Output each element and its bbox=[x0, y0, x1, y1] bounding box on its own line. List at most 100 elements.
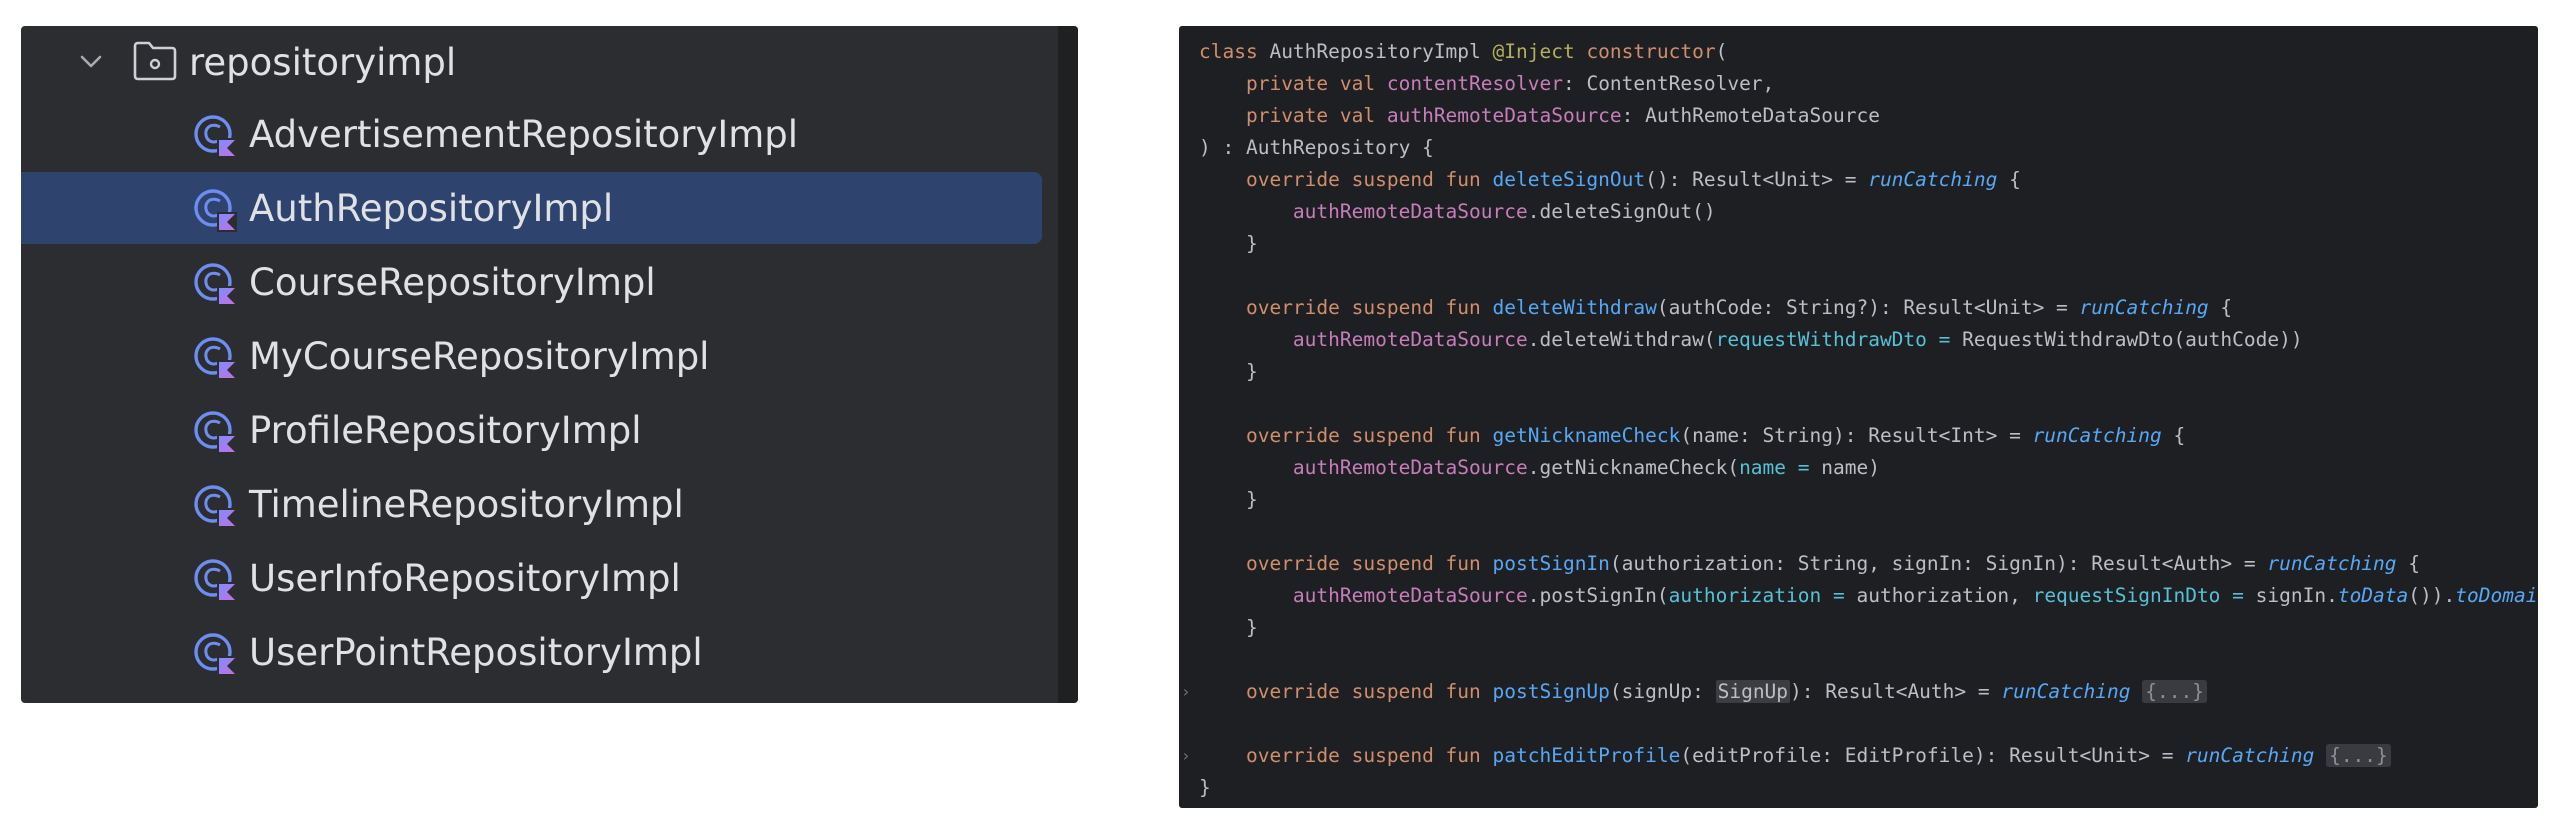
package-folder-icon bbox=[133, 41, 177, 81]
code-token: ( bbox=[1715, 40, 1728, 63]
folded-code-block[interactable]: {...} bbox=[2142, 680, 2207, 703]
code-token: runCatching bbox=[2267, 552, 2397, 575]
chevron-down-icon[interactable] bbox=[73, 44, 109, 80]
code-token: constructor bbox=[1586, 40, 1716, 63]
code-token: } bbox=[1199, 488, 1258, 511]
code-token: override suspend fun bbox=[1245, 424, 1493, 447]
code-token: { bbox=[2396, 552, 2420, 575]
code-token: runCatching bbox=[2185, 744, 2315, 767]
code-line[interactable]: override suspend fun deleteWithdraw(auth… bbox=[1199, 292, 2232, 324]
code-token: runCatching bbox=[2001, 680, 2131, 703]
code-line[interactable]: authRemoteDataSource.deleteWithdraw(requ… bbox=[1199, 324, 2303, 356]
code-line[interactable]: } bbox=[1199, 484, 1258, 516]
tree-folder-repositoryimpl[interactable]: repositoryimpl bbox=[21, 26, 1042, 98]
tree-file-label: CourseRepositoryImpl bbox=[249, 260, 656, 304]
code-token: (name: String): Result<Int> = bbox=[1680, 424, 2033, 447]
code-token: signIn. bbox=[2255, 584, 2338, 607]
code-token: authorization = bbox=[1668, 584, 1857, 607]
code-token: { bbox=[2208, 296, 2233, 319]
code-token: } bbox=[1199, 616, 1258, 639]
code-token: private val bbox=[1245, 104, 1387, 127]
code-token: AuthRepositoryImpl bbox=[1269, 40, 1493, 63]
tree-file-label: MyCourseRepositoryImpl bbox=[249, 334, 710, 378]
tree-scrollbar[interactable] bbox=[1058, 26, 1078, 703]
tree-file-label: UserInfoRepositoryImpl bbox=[249, 556, 681, 600]
code-editor-panel[interactable]: class AuthRepositoryImpl @Inject constru… bbox=[1179, 26, 2538, 808]
code-line[interactable]: ) : AuthRepository { bbox=[1199, 132, 1434, 164]
code-token: ()). bbox=[2408, 584, 2456, 607]
code-line[interactable]: authRemoteDataSource.deleteSignOut() bbox=[1199, 196, 1716, 228]
tree-file-item[interactable]: MyCourseRepositoryImpl bbox=[21, 320, 1042, 392]
code-token: toDomain bbox=[2455, 584, 2538, 607]
code-token: deleteSignOut bbox=[1492, 168, 1646, 191]
code-line[interactable]: } bbox=[1199, 356, 1258, 388]
code-token: : AuthRemoteDataSource bbox=[1621, 104, 1880, 127]
folded-code-block[interactable]: {...} bbox=[2326, 744, 2391, 767]
kotlin-class-icon bbox=[194, 633, 237, 676]
code-line[interactable]: override suspend fun getNicknameCheck(na… bbox=[1199, 420, 2185, 452]
tree-file-item[interactable]: UserInfoRepositoryImpl bbox=[21, 542, 1042, 614]
code-token: override suspend fun bbox=[1245, 168, 1493, 191]
code-line[interactable]: override suspend fun postSignIn(authoriz… bbox=[1199, 548, 2420, 580]
code-token: (authCode: String?): Result<Unit> = bbox=[1656, 296, 2080, 319]
code-token: override suspend fun bbox=[1245, 296, 1493, 319]
tree-file-item[interactable]: UserPointRepositoryImpl bbox=[21, 616, 1042, 688]
code-token: (): Result<Unit> = bbox=[1645, 168, 1869, 191]
code-token: deleteWithdraw bbox=[1492, 296, 1657, 319]
code-line[interactable]: } bbox=[1199, 612, 1258, 644]
code-line[interactable]: authRemoteDataSource.postSignIn(authoriz… bbox=[1199, 580, 2538, 612]
code-token: } bbox=[1199, 232, 1258, 255]
code-token: name = bbox=[1739, 456, 1822, 479]
fold-expand-icon[interactable]: › bbox=[1181, 740, 1193, 772]
code-token: authRemoteDataSource bbox=[1292, 584, 1528, 607]
tree-file-item[interactable]: TimelineRepositoryImpl bbox=[21, 468, 1042, 540]
tree-file-item[interactable]: AuthRepositoryImpl bbox=[21, 172, 1042, 244]
code-line[interactable]: } bbox=[1199, 228, 1258, 260]
code-token: override suspend fun bbox=[1245, 744, 1493, 767]
code-token: postSignUp bbox=[1492, 680, 1610, 703]
code-line[interactable]: override suspend fun deleteSignOut(): Re… bbox=[1199, 164, 2021, 196]
tree-file-item[interactable]: ProfileRepositoryImpl bbox=[21, 394, 1042, 466]
code-token: { bbox=[1997, 168, 2021, 191]
code-token: requestSignInDto = bbox=[2032, 584, 2256, 607]
code-token: authRemoteDataSource bbox=[1292, 328, 1528, 351]
tree-file-label: AuthRepositoryImpl bbox=[249, 186, 614, 230]
fold-expand-icon[interactable]: › bbox=[1181, 676, 1193, 708]
code-token: { bbox=[2161, 424, 2186, 447]
code-token: (signUp: bbox=[1609, 680, 1716, 703]
code-token: .postSignIn( bbox=[1527, 584, 1669, 607]
code-token: override suspend fun bbox=[1245, 680, 1493, 703]
code-line[interactable]: authRemoteDataSource.getNicknameCheck(na… bbox=[1199, 452, 1880, 484]
code-line[interactable]: override suspend fun postSignUp(signUp: … bbox=[1199, 676, 2207, 708]
code-token: patchEditProfile bbox=[1492, 744, 1681, 767]
code-line[interactable]: override suspend fun patchEditProfile(ed… bbox=[1199, 740, 2391, 772]
kotlin-class-icon bbox=[194, 411, 237, 454]
code-token: override suspend fun bbox=[1245, 552, 1493, 575]
code-token: authRemoteDataSource bbox=[1386, 104, 1622, 127]
code-token: requestWithdrawDto = bbox=[1715, 328, 1963, 351]
code-line[interactable]: class AuthRepositoryImpl @Inject constru… bbox=[1199, 36, 1727, 68]
code-token: name) bbox=[1821, 456, 1880, 479]
code-token: (editProfile: EditProfile): Result<Unit>… bbox=[1680, 744, 2186, 767]
code-line[interactable]: private val contentResolver: ContentReso… bbox=[1199, 68, 1774, 100]
code-token: private val bbox=[1245, 72, 1387, 95]
code-token: toData bbox=[2337, 584, 2409, 607]
kotlin-class-icon bbox=[194, 559, 237, 602]
code-token: authorization, bbox=[1856, 584, 2033, 607]
code-line[interactable]: private val authRemoteDataSource: AuthRe… bbox=[1199, 100, 1880, 132]
code-token: RequestWithdrawDto(authCode)) bbox=[1962, 328, 2303, 351]
code-token: ) : AuthRepository { bbox=[1199, 136, 1434, 159]
code-line[interactable]: } bbox=[1199, 772, 1211, 804]
code-token: authRemoteDataSource bbox=[1292, 200, 1528, 223]
tree-file-item[interactable]: CourseRepositoryImpl bbox=[21, 246, 1042, 318]
tree-file-item[interactable]: AdvertisementRepositoryImpl bbox=[21, 98, 1042, 170]
